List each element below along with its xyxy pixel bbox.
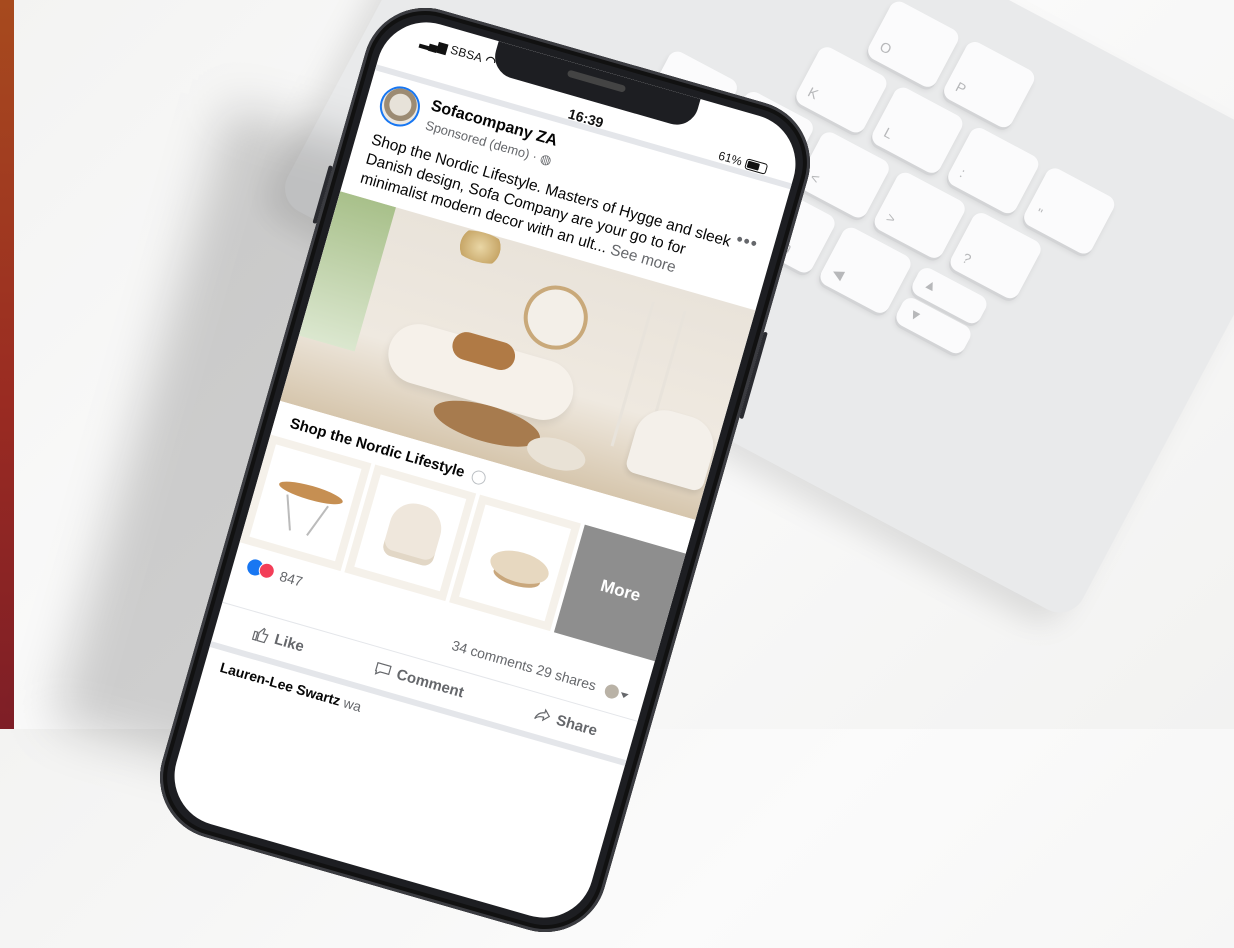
share-button[interactable]: Share <box>531 704 599 739</box>
table-leg <box>286 494 291 531</box>
comment-label: Comment <box>394 665 466 701</box>
page-avatar[interactable] <box>375 81 425 132</box>
thumbs-up-icon <box>251 627 269 644</box>
speaker <box>566 69 627 93</box>
product-image-table <box>249 444 362 562</box>
pouf <box>523 431 590 477</box>
share-label: Share <box>554 711 600 740</box>
product-image-chair <box>354 474 467 592</box>
chandelier <box>447 224 514 270</box>
background-strip <box>0 0 14 729</box>
carrier-name: SBSA <box>448 42 485 66</box>
info-icon[interactable] <box>470 468 488 487</box>
like-button[interactable]: Like <box>249 623 306 655</box>
chevron-down-icon <box>619 691 629 699</box>
author-suffix: wa <box>341 694 364 715</box>
stool <box>486 544 553 590</box>
viewer-avatar <box>603 683 621 701</box>
reaction-count: 847 <box>277 567 305 590</box>
product-image-stool <box>459 504 572 622</box>
chair <box>380 497 447 568</box>
share-count: 29 shares <box>534 661 599 694</box>
comment-icon <box>374 661 392 675</box>
more-label: More <box>598 575 643 606</box>
table-leg <box>306 505 329 536</box>
globe-icon: ◍ <box>538 150 554 169</box>
signal-icon: ▂▄▆ <box>418 33 450 56</box>
share-icon <box>533 708 550 722</box>
like-label: Like <box>272 630 307 656</box>
signal-indicator: ▂▄▆ SBSA ◠ <box>419 34 498 69</box>
round-mirror <box>516 278 596 358</box>
